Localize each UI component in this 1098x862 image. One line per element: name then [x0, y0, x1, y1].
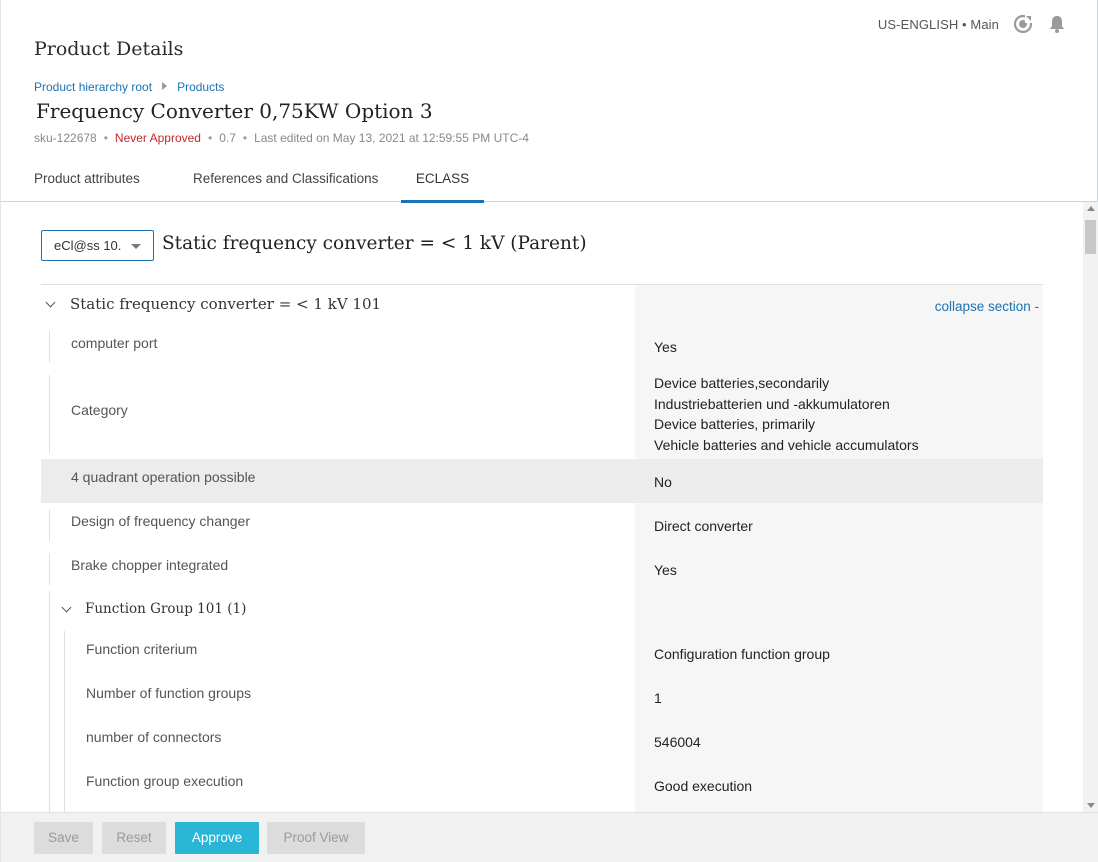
attribute-row: Brake chopper integrated Yes	[41, 547, 1043, 591]
breadcrumb: Product hierarchy root Products	[34, 80, 224, 94]
attribute-row: 4 quadrant operation possible No	[41, 459, 1043, 503]
product-meta: sku-122678 • Never Approved • 0.7 • Last…	[34, 131, 529, 145]
version-label: 0.7	[219, 131, 236, 145]
attribute-value: Direct converter	[654, 518, 753, 534]
product-name: Frequency Converter 0,75KW Option 3	[36, 99, 433, 123]
sku-label: sku-122678	[34, 131, 97, 145]
save-button[interactable]: Save	[34, 822, 93, 854]
attribute-label: number of connectors	[86, 729, 222, 745]
chevron-down-icon[interactable]	[45, 297, 56, 308]
section-header: Static frequency converter = < 1 kV 101 …	[41, 285, 1043, 325]
attribute-value: Yes	[654, 562, 677, 578]
locale-context-selector[interactable]: US-ENGLISH • Main	[878, 17, 999, 32]
scroll-up-arrow-icon[interactable]	[1087, 206, 1095, 211]
attribute-row: Category Device batteries,secondarily In…	[41, 369, 1043, 459]
attribute-value: No	[654, 474, 672, 490]
attribute-row: number of connectors 546004	[41, 719, 1043, 763]
approval-status: Never Approved	[114, 131, 201, 145]
attribute-label: Design of frequency changer	[71, 513, 250, 529]
attribute-label: 4 quadrant operation possible	[71, 469, 256, 485]
attribute-row: Design of frequency changer Direct conve…	[41, 503, 1043, 547]
attribute-label: Brake chopper integrated	[71, 557, 229, 573]
attribute-row: Function group execution Good execution	[41, 763, 1043, 812]
eclass-panel: eCl@ss 10. Static frequency converter = …	[1, 202, 1083, 812]
tab-product-attributes[interactable]: Product attributes	[34, 162, 140, 202]
reset-button[interactable]: Reset	[102, 822, 166, 854]
breadcrumb-product-hierarchy-root[interactable]: Product hierarchy root	[34, 80, 152, 94]
attribute-row: computer port Yes	[41, 325, 1043, 369]
attribute-value: Good execution	[654, 778, 753, 794]
attribute-label: computer port	[71, 335, 158, 351]
attribute-value: 1	[654, 690, 662, 706]
eclass-version-select[interactable]: eCl@ss 10.	[41, 230, 154, 261]
attribute-label: Function group execution	[86, 773, 244, 789]
vertical-scrollbar[interactable]	[1083, 202, 1098, 812]
tab-references-and-classifications[interactable]: References and Classifications	[193, 162, 378, 202]
breadcrumb-products[interactable]: Products	[177, 80, 224, 94]
scroll-down-arrow-icon[interactable]	[1087, 803, 1095, 808]
app-frame: US-ENGLISH • Main Product Details Produc…	[0, 0, 1098, 862]
page-title: Product Details	[34, 38, 184, 60]
approve-button[interactable]: Approve	[175, 822, 259, 854]
attribute-label: Number of function groups	[86, 685, 251, 701]
section-title: Static frequency converter = < 1 kV 101	[70, 295, 382, 313]
attribute-value: Configuration function group	[654, 646, 830, 662]
attribute-label: Function criterium	[86, 641, 198, 657]
last-edited-label: Last edited on May 13, 2021 at 12:59:55 …	[254, 131, 529, 145]
eclass-version-value: eCl@ss 10.	[54, 238, 122, 253]
chevron-down-icon	[131, 244, 141, 249]
chevron-down-icon[interactable]	[61, 602, 72, 613]
attribute-label: Category	[71, 402, 128, 418]
attribute-value: 546004	[654, 734, 701, 750]
scrollbar-thumb[interactable]	[1085, 220, 1096, 254]
attribute-row: Number of function groups 1	[41, 675, 1043, 719]
refresh-icon[interactable]	[1013, 14, 1033, 34]
tab-bar: Product attributes References and Classi…	[1, 162, 1098, 203]
action-footer: Save Reset Approve Proof View	[1, 812, 1098, 862]
function-group-title: Function Group 101 (1)	[85, 601, 247, 617]
classification-title: Static frequency converter = < 1 kV (Par…	[162, 233, 587, 254]
function-group-header: Function Group 101 (1)	[41, 591, 1043, 631]
attribute-value: Device batteries,secondarily Industrieba…	[654, 375, 919, 453]
attribute-row: Function criterium Configuration functio…	[41, 631, 1043, 675]
breadcrumb-separator-icon	[162, 82, 168, 90]
header-actions: US-ENGLISH • Main	[878, 14, 1067, 34]
proof-view-button[interactable]: Proof View	[267, 822, 365, 854]
tab-eclass[interactable]: ECLASS	[401, 162, 484, 203]
notification-bell-icon[interactable]	[1047, 14, 1067, 34]
collapse-section-link[interactable]: collapse section -	[935, 299, 1039, 314]
attribute-value: Yes	[654, 339, 677, 355]
